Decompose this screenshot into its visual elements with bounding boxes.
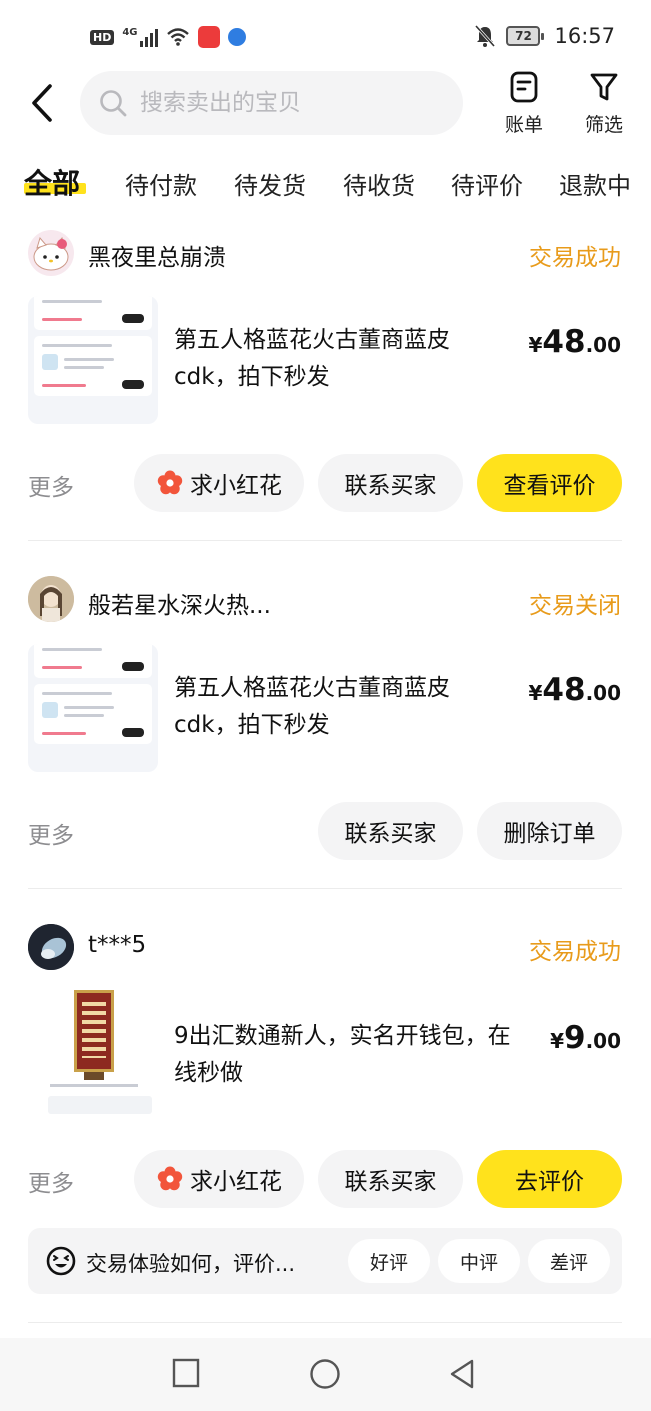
price-currency: ¥ — [528, 333, 543, 357]
write-review-button[interactable]: 去评价 — [477, 1150, 622, 1208]
more-button[interactable]: 更多 — [28, 816, 74, 850]
hd-indicator: HD — [90, 29, 115, 45]
tab-pending-review[interactable]: 待评价 — [451, 166, 523, 201]
order-status: 交易成功 — [529, 939, 621, 965]
wifi-icon — [166, 28, 189, 46]
divider — [28, 540, 622, 541]
request-flower-label: 求小红花 — [190, 1169, 282, 1195]
avatar — [28, 924, 74, 970]
order-tabs: 全部 待付款 待发货 待收货 待评价 退款中 — [0, 160, 651, 212]
request-flower-button[interactable]: 求小红花 — [134, 454, 304, 512]
item-title[interactable]: 第五人格蓝花火古董商蓝皮cdk，拍下秒发 — [174, 322, 494, 396]
price-decimal: .00 — [585, 681, 621, 705]
rate-bad-button[interactable]: 差评 — [528, 1239, 610, 1283]
price-integer: 48 — [542, 672, 586, 708]
order-status: 交易关闭 — [529, 593, 621, 619]
rate-neutral-button[interactable]: 中评 — [438, 1239, 520, 1283]
tab-refunding[interactable]: 退款中 — [559, 166, 631, 201]
bill-icon — [510, 71, 538, 103]
tab-all[interactable]: 全部 — [24, 162, 80, 202]
tab-pending-shipment[interactable]: 待发货 — [234, 166, 306, 201]
avatar — [28, 230, 74, 276]
delete-order-button[interactable]: 删除订单 — [477, 802, 622, 860]
tab-pending-payment[interactable]: 待付款 — [125, 166, 197, 201]
order-status: 交易成功 — [529, 245, 621, 271]
app-notification-icon — [197, 26, 220, 48]
tab-pending-receipt[interactable]: 待收货 — [343, 166, 415, 201]
red-flower-icon — [157, 1166, 183, 1191]
smiley-icon — [46, 1246, 76, 1276]
buyer-name[interactable]: 般若星水深火热... — [88, 586, 271, 620]
delete-order-label: 删除订单 — [503, 821, 596, 847]
request-flower-label: 求小红花 — [190, 473, 282, 499]
top-header: 账单 筛选 — [0, 66, 651, 146]
system-nav-bar — [0, 1338, 651, 1411]
contact-buyer-button[interactable]: 联系买家 — [318, 802, 463, 860]
rate-good-button[interactable]: 好评 — [348, 1239, 430, 1283]
price-decimal: .00 — [585, 1029, 621, 1053]
item-price: ¥9.00 — [550, 1020, 621, 1056]
item-price: ¥48.00 — [529, 324, 622, 360]
more-button[interactable]: 更多 — [28, 468, 74, 502]
price-decimal: .00 — [585, 333, 621, 357]
review-prompt-text: 交易体验如何，评价... — [86, 1252, 296, 1276]
view-review-button[interactable]: 查看评价 — [477, 454, 622, 512]
filter-label: 筛选 — [584, 114, 623, 136]
battery-indicator: 72 — [506, 26, 545, 46]
item-thumbnail[interactable] — [28, 296, 158, 424]
divider — [28, 888, 622, 889]
status-bar: HD 4G 72 16:57 — [0, 0, 651, 72]
network-type: 4G — [122, 26, 138, 38]
status-time: 16:57 — [554, 24, 615, 48]
contact-buyer-label: 联系买家 — [344, 473, 437, 499]
signal-icon — [139, 27, 158, 47]
app-notification-icon-2 — [227, 28, 246, 46]
item-title[interactable]: 第五人格蓝花火古董商蓝皮cdk，拍下秒发 — [174, 670, 494, 744]
home-icon[interactable] — [309, 1358, 341, 1390]
bell-muted-icon — [475, 24, 496, 48]
item-thumbnail[interactable] — [28, 644, 158, 772]
price-currency: ¥ — [528, 681, 543, 705]
write-review-label: 去评价 — [515, 1169, 584, 1195]
contact-buyer-label: 联系买家 — [344, 821, 437, 847]
price-integer: 9 — [563, 1020, 586, 1056]
recent-apps-icon[interactable] — [172, 1358, 200, 1388]
more-button[interactable]: 更多 — [28, 1164, 74, 1198]
item-price: ¥48.00 — [529, 672, 622, 708]
avatar — [28, 576, 74, 622]
filter-button[interactable]: 筛选 — [574, 70, 634, 137]
filter-icon — [590, 73, 618, 101]
bill-button[interactable]: 账单 — [494, 70, 554, 137]
buyer-name[interactable]: 黑夜里总崩溃 — [88, 238, 226, 272]
back-triangle-icon[interactable] — [448, 1358, 476, 1390]
search-input[interactable] — [140, 90, 440, 116]
review-prompt-bar: 交易体验如何，评价... 好评 中评 差评 — [28, 1228, 622, 1294]
item-title[interactable]: 9出汇数通新人，实名开钱包，在线秒做 — [174, 1018, 514, 1092]
contact-buyer-label: 联系买家 — [344, 1169, 437, 1195]
divider — [28, 1322, 622, 1323]
price-currency: ¥ — [550, 1029, 564, 1053]
item-thumbnail[interactable] — [28, 988, 158, 1116]
view-review-label: 查看评价 — [503, 473, 596, 499]
contact-buyer-button[interactable]: 联系买家 — [318, 1150, 463, 1208]
request-flower-button[interactable]: 求小红花 — [134, 1150, 304, 1208]
back-arrow-icon[interactable] — [26, 82, 60, 124]
contact-buyer-button[interactable]: 联系买家 — [318, 454, 463, 512]
buyer-name[interactable]: t***5 — [88, 932, 146, 958]
bill-label: 账单 — [504, 114, 543, 136]
red-flower-icon — [157, 470, 183, 495]
search-bar[interactable] — [80, 71, 463, 135]
search-icon — [100, 90, 127, 117]
price-integer: 48 — [542, 324, 586, 360]
